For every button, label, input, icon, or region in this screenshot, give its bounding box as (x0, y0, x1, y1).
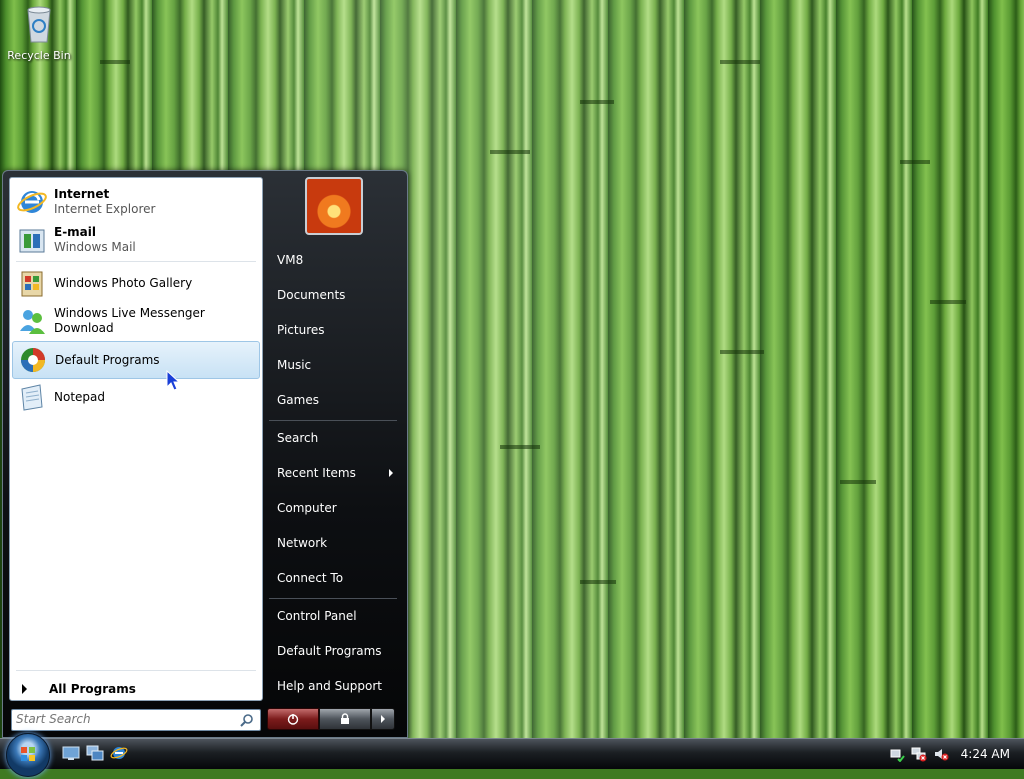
place-label: Recent Items (277, 466, 356, 480)
start-search-input[interactable] (12, 710, 236, 728)
network-disconnected-icon[interactable] (911, 746, 927, 762)
volume-muted-icon[interactable] (933, 746, 949, 762)
place-label: Pictures (277, 323, 325, 337)
internet-explorer-icon (17, 191, 47, 213)
pinned-subtitle: Internet Explorer (54, 202, 156, 216)
places-separator (269, 420, 397, 421)
place-search[interactable]: Search (267, 424, 399, 452)
pinned-item-email[interactable]: E-mail Windows Mail (12, 222, 258, 258)
notification-area: 4:24 AM (889, 742, 1024, 766)
place-label: Network (277, 536, 328, 550)
recent-item-label: Windows Photo Gallery (54, 275, 193, 290)
notepad-icon (21, 384, 43, 411)
taskbar: 4:24 AM (0, 733, 1024, 777)
pinned-title: Internet (54, 187, 110, 201)
switch-windows-icon[interactable] (86, 745, 104, 761)
chevron-right-icon (389, 469, 393, 477)
recycle-bin-icon (27, 6, 51, 43)
pinned-item-internet[interactable]: Internet Internet Explorer (12, 184, 258, 220)
place-label: Documents (277, 288, 346, 302)
place-connect-to[interactable]: Connect To (267, 564, 399, 592)
arrow-right-icon (22, 684, 27, 694)
place-documents[interactable]: Documents (267, 281, 399, 309)
quick-launch-toolbar (62, 745, 128, 761)
shutdown-options-button[interactable] (371, 708, 395, 730)
place-control-panel[interactable]: Control Panel (267, 602, 399, 630)
windows-mail-icon (19, 229, 45, 253)
messenger-icon (20, 310, 45, 334)
all-programs-label: All Programs (49, 682, 136, 696)
start-menu: Internet Internet Explorer E-mail Window… (2, 170, 408, 738)
place-recent-items[interactable]: Recent Items (267, 459, 399, 487)
recent-item-photo-gallery[interactable]: Windows Photo Gallery (12, 265, 258, 301)
windows-logo-icon (21, 747, 35, 761)
places-separator (269, 598, 397, 599)
recent-item-label: Default Programs (55, 352, 160, 367)
recent-item-default-programs[interactable]: Default Programs (12, 341, 260, 379)
default-programs-icon (21, 348, 45, 372)
recycle-bin-desktop-icon[interactable]: Recycle Bin (6, 2, 72, 62)
photo-gallery-icon (21, 271, 43, 297)
place-label: Connect To (277, 571, 344, 585)
recycle-bin-label: Recycle Bin (7, 49, 71, 62)
place-label: Search (277, 431, 319, 445)
pinned-separator (16, 261, 256, 262)
place-computer[interactable]: Computer (267, 494, 399, 522)
power-icon (287, 714, 299, 725)
power-controls (267, 708, 395, 730)
recent-item-label: Notepad (54, 389, 105, 404)
recent-item-notepad[interactable]: Notepad (12, 379, 258, 415)
start-button[interactable] (6, 733, 50, 777)
recent-item-label: Windows Live Messenger Download (54, 306, 205, 335)
show-desktop-icon[interactable] (62, 745, 80, 761)
place-user-folder[interactable]: VM8 (267, 246, 399, 274)
place-label: VM8 (277, 253, 304, 267)
bamboo-node (500, 445, 540, 449)
place-help-and-support[interactable]: Help and Support (267, 672, 399, 700)
bamboo-node (720, 350, 764, 354)
user-picture-avatar[interactable] (305, 177, 363, 235)
lock-button[interactable] (319, 708, 371, 730)
search-icon[interactable] (240, 713, 254, 727)
pinned-subtitle: Windows Mail (54, 240, 136, 254)
place-label: Games (277, 393, 319, 407)
power-button[interactable] (267, 708, 319, 730)
start-menu-programs-pane: Internet Internet Explorer E-mail Window… (9, 177, 263, 701)
place-default-programs[interactable]: Default Programs (267, 637, 399, 665)
place-label: Control Panel (277, 609, 357, 623)
network-icon[interactable] (889, 746, 905, 762)
place-music[interactable]: Music (267, 351, 399, 379)
place-games[interactable]: Games (267, 386, 399, 414)
start-search-box[interactable] (11, 709, 261, 731)
bamboo-node (840, 480, 876, 484)
bamboo-node (720, 60, 760, 64)
mouse-cursor-icon (166, 370, 180, 391)
taskbar-clock[interactable]: 4:24 AM (961, 747, 1010, 761)
bamboo-node (900, 160, 930, 164)
internet-explorer-icon[interactable] (110, 745, 128, 761)
place-pictures[interactable]: Pictures (267, 316, 399, 344)
recent-item-messenger[interactable]: Windows Live Messenger Download (12, 303, 258, 339)
bamboo-node (580, 100, 614, 104)
arrow-right-icon (381, 715, 385, 723)
lock-icon (341, 713, 349, 724)
place-label: Computer (277, 501, 337, 515)
place-network[interactable]: Network (267, 529, 399, 557)
pinned-title: E-mail (54, 225, 97, 239)
place-label: Help and Support (277, 679, 382, 693)
all-programs-button[interactable]: All Programs (18, 682, 136, 696)
all-programs-separator (16, 670, 256, 671)
bamboo-node (930, 300, 966, 304)
place-label: Music (277, 358, 312, 372)
place-label: Default Programs (277, 644, 382, 658)
bamboo-node (580, 580, 616, 584)
bamboo-node (490, 150, 530, 154)
bamboo-node (100, 60, 130, 64)
